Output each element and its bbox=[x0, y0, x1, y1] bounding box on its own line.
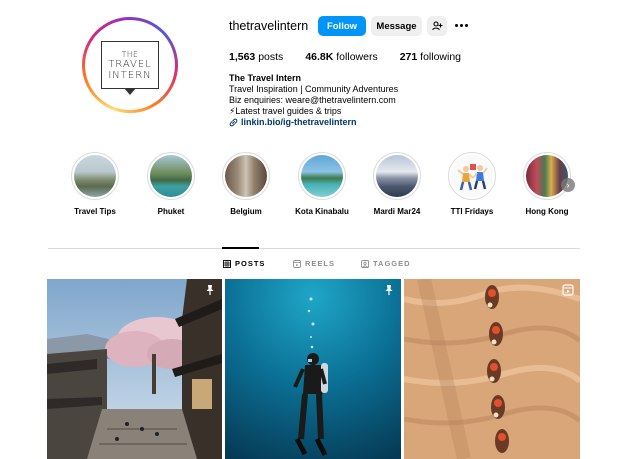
highlight-ring bbox=[71, 152, 119, 200]
highlight-travel-tips[interactable]: Travel Tips bbox=[65, 152, 125, 216]
post-image-scuba-diver bbox=[225, 279, 401, 459]
tab-posts-label: POSTS bbox=[235, 259, 266, 268]
highlight-ring bbox=[147, 152, 195, 200]
highlight-phuket[interactable]: Phuket bbox=[141, 152, 201, 216]
reel-icon bbox=[562, 284, 574, 296]
bio-line-2: Biz enquiries: weare@thetravelintern.com bbox=[229, 95, 396, 105]
following-label: following bbox=[420, 51, 462, 63]
posts-stat: 1,563 posts bbox=[229, 51, 283, 63]
tab-reels-label: REELS bbox=[305, 259, 336, 268]
bio-line-3: ⚡Latest travel guides & trips bbox=[229, 106, 342, 116]
tagged-icon bbox=[361, 259, 369, 268]
highlight-thumbnail bbox=[526, 155, 568, 197]
highlight-thumbnail bbox=[150, 155, 192, 197]
tti-fridays-illustration bbox=[457, 164, 488, 191]
highlight-ring bbox=[448, 152, 496, 200]
highlight-label: Travel Tips bbox=[74, 207, 116, 216]
highlight-kota-kinabalu[interactable]: Kota Kinabalu bbox=[292, 152, 352, 216]
profile-username: thetravelintern bbox=[229, 19, 309, 33]
followers-stat[interactable]: 46.8K followers bbox=[305, 51, 377, 63]
more-dot bbox=[459, 23, 463, 27]
tab-reels[interactable]: REELS bbox=[293, 259, 335, 268]
highlight-thumbnail bbox=[225, 155, 267, 197]
tabs-divider bbox=[48, 248, 580, 249]
logo-line-1: THE bbox=[121, 49, 139, 59]
avatar-logo: THE TRAVEL INTERN bbox=[88, 23, 172, 107]
highlight-label: Kota Kinabalu bbox=[295, 207, 349, 216]
highlight-label: Phuket bbox=[157, 207, 185, 216]
posts-count: 1,563 bbox=[229, 51, 256, 63]
add-user-icon bbox=[431, 21, 442, 31]
follow-button[interactable]: Follow bbox=[318, 16, 366, 36]
highlight-ring bbox=[222, 152, 270, 200]
bio-line-1: Travel Inspiration | Community Adventure… bbox=[229, 84, 399, 94]
profile-stats: 1,563 posts 46.8K followers 271 followin… bbox=[229, 51, 461, 63]
story-highlights: Travel Tips Phuket Belgium Kota Kinabalu… bbox=[0, 152, 640, 222]
highlight-tti-fridays[interactable]: TTI Fridays bbox=[442, 152, 502, 216]
highlight-thumbnail bbox=[301, 155, 343, 197]
more-options-button[interactable] bbox=[452, 18, 470, 32]
pin-icon bbox=[206, 285, 214, 295]
highlight-belgium[interactable]: Belgium bbox=[216, 152, 276, 216]
highlight-thumbnail bbox=[376, 155, 418, 197]
post-thumbnail[interactable] bbox=[47, 279, 222, 459]
highlight-thumbnail bbox=[74, 155, 116, 197]
post-thumbnail[interactable] bbox=[404, 279, 580, 459]
logo-speech-box: THE TRAVEL INTERN bbox=[101, 41, 159, 95]
bio-link[interactable]: linkin.bio/ig-thetravelintern bbox=[229, 117, 398, 128]
more-dot bbox=[464, 23, 468, 27]
tab-tagged[interactable]: TAGGED bbox=[361, 259, 411, 268]
followers-count: 46.8K bbox=[305, 51, 334, 63]
highlight-label: Belgium bbox=[230, 207, 262, 216]
logo-line-3: INTERN bbox=[108, 69, 152, 81]
chevron-right-icon: › bbox=[566, 180, 570, 190]
highlight-label: TTI Fridays bbox=[450, 207, 494, 216]
message-button[interactable]: Message bbox=[371, 16, 422, 36]
profile-bio: The Travel Intern Travel Inspiration | C… bbox=[229, 73, 398, 128]
tab-tagged-label: TAGGED bbox=[373, 259, 411, 268]
add-user-button[interactable] bbox=[427, 16, 447, 36]
post-image-kyoto-street bbox=[47, 279, 222, 459]
tab-posts[interactable]: POSTS bbox=[223, 259, 265, 268]
post-thumbnail[interactable] bbox=[225, 279, 401, 459]
reels-icon bbox=[293, 259, 301, 268]
bio-link-text: linkin.bio/ig-thetravelintern bbox=[241, 117, 357, 127]
post-image-desert-camels bbox=[404, 279, 580, 459]
following-count: 271 bbox=[399, 51, 418, 63]
highlight-ring bbox=[373, 152, 421, 200]
pin-icon bbox=[385, 285, 393, 295]
posts-label: posts bbox=[258, 51, 284, 63]
followers-label: followers bbox=[336, 51, 378, 63]
bio-name: The Travel Intern bbox=[229, 73, 302, 83]
logo-line-2: TRAVEL bbox=[108, 58, 152, 70]
highlight-thumbnail bbox=[451, 155, 493, 197]
grid-icon bbox=[223, 259, 231, 268]
more-options-icon bbox=[454, 23, 458, 27]
following-stat[interactable]: 271 following bbox=[400, 51, 461, 63]
highlight-label: Hong Kong bbox=[525, 207, 569, 216]
active-tab-indicator bbox=[222, 247, 259, 249]
highlight-mardi-mar24[interactable]: Mardi Mar24 bbox=[367, 152, 427, 216]
link-icon bbox=[229, 118, 238, 127]
highlight-ring bbox=[298, 152, 346, 200]
highlight-ring bbox=[523, 152, 571, 200]
highlight-label: Mardi Mar24 bbox=[373, 207, 421, 216]
profile-avatar[interactable]: THE TRAVEL INTERN bbox=[82, 17, 178, 113]
highlights-next-button[interactable]: › bbox=[561, 178, 575, 192]
avatar-inner: THE TRAVEL INTERN bbox=[85, 20, 175, 110]
